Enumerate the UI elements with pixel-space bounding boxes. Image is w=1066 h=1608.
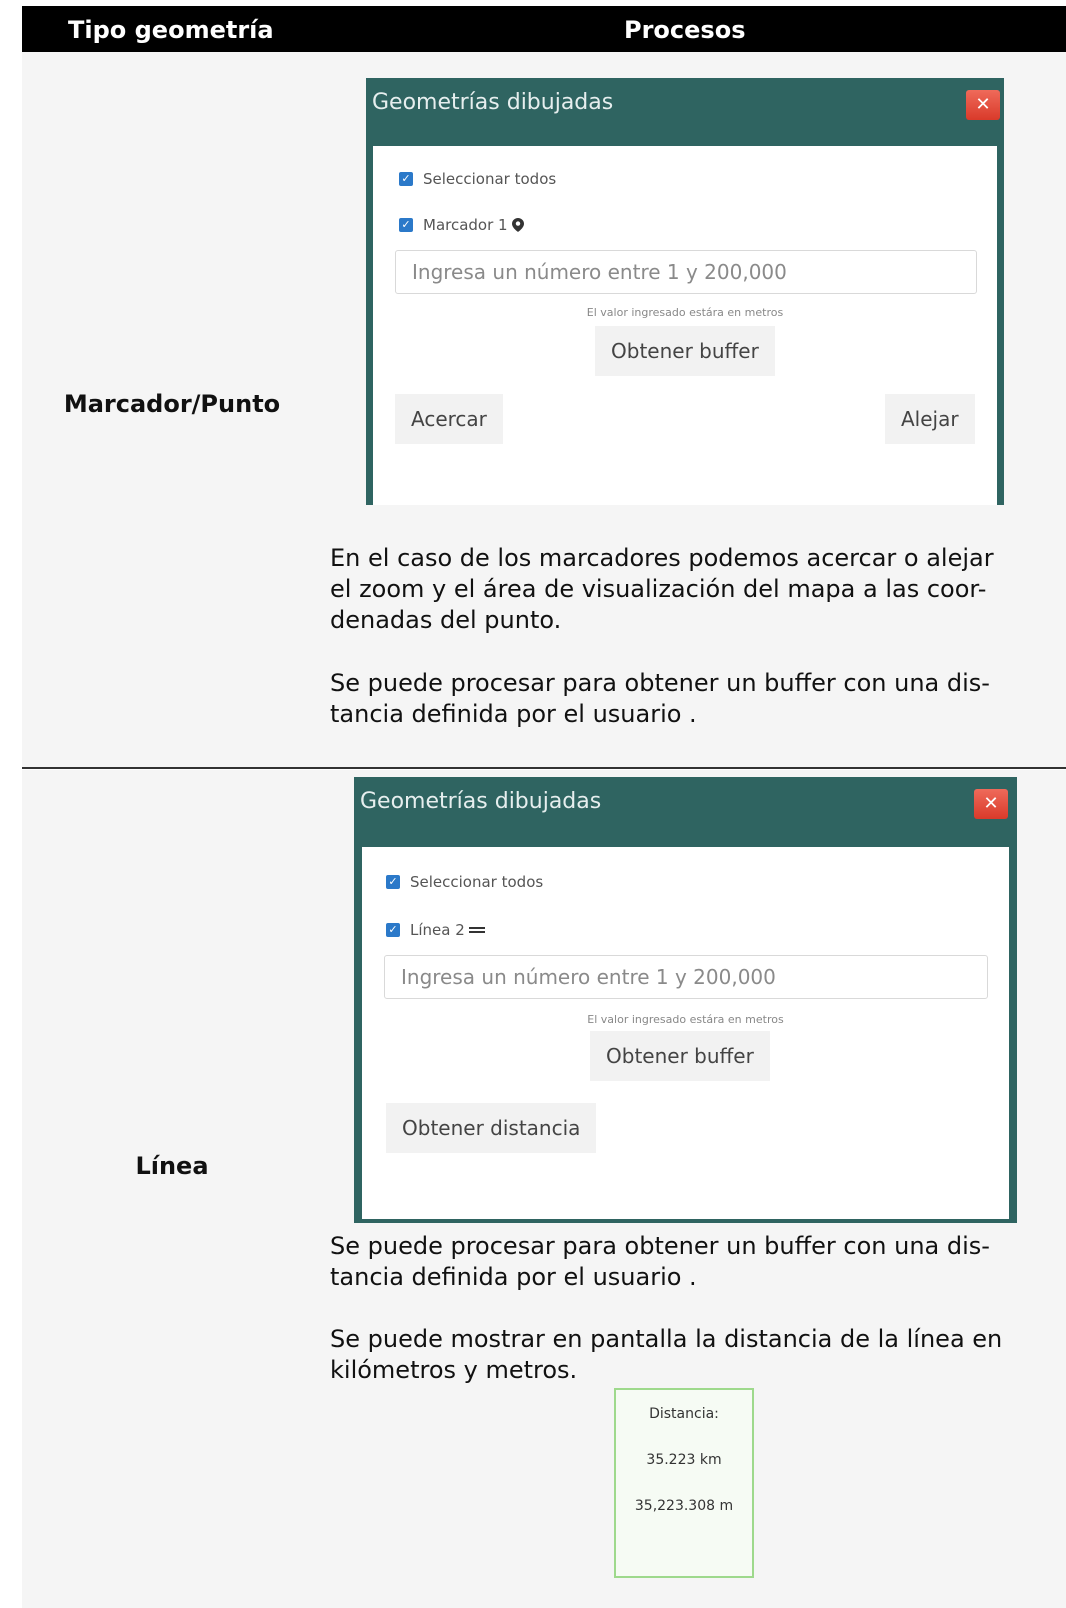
units-hint: El valor ingresado estára en metros <box>586 306 784 319</box>
table-header: Tipo geometría Procesos <box>22 6 1066 52</box>
geometries-panel-line: Geometrías dibujadas ✕ ✓ Seleccionar tod… <box>354 777 1017 1223</box>
close-button[interactable]: ✕ <box>974 789 1008 819</box>
get-buffer-button[interactable]: Obtener buffer <box>590 1031 770 1081</box>
select-all-checkbox[interactable]: ✓ Seleccionar todos <box>399 170 556 188</box>
zoom-out-button[interactable]: Alejar <box>885 394 975 444</box>
select-all-checkbox[interactable]: ✓ Seleccionar todos <box>386 873 543 891</box>
get-distance-button[interactable]: Obtener distancia <box>386 1103 597 1153</box>
select-all-label: Seleccionar todos <box>423 170 557 188</box>
item-label: Marcador 1 <box>423 216 508 234</box>
panel-title: Geometrías dibujadas <box>372 90 614 115</box>
item-checkbox[interactable]: ✓ Línea 2 <box>386 921 485 939</box>
zoom-in-button[interactable]: Acercar <box>395 394 503 444</box>
description-paragraph: Se puede procesar para obtener un buffer… <box>330 669 990 728</box>
select-all-label: Seleccionar todos <box>410 873 544 891</box>
checkbox-icon: ✓ <box>386 923 400 937</box>
header-procesos: Procesos <box>624 16 746 44</box>
panel-body: ✓ Seleccionar todos ✓ Marcador 1 Ingresa… <box>373 146 997 505</box>
description-paragraph: Se puede procesar para obtener un buffer… <box>330 1232 990 1291</box>
distance-m: 35,223.308 m <box>634 1498 734 1514</box>
header-tipo-geometria: Tipo geometría <box>68 16 274 44</box>
checkbox-icon: ✓ <box>386 875 400 889</box>
units-hint: El valor ingresado estára en metros <box>587 1013 784 1026</box>
checkbox-icon: ✓ <box>399 172 413 186</box>
geometry-type-marker: Marcador/Punto <box>63 390 281 418</box>
item-label: Línea 2 <box>410 921 465 939</box>
row-divider <box>22 767 1066 769</box>
buffer-distance-input[interactable]: Ingresa un número entre 1 y 200,000 <box>384 955 988 999</box>
distance-result-card: Distancia: 35.223 km 35,223.308 m <box>614 1388 754 1578</box>
line-icon <box>468 927 485 933</box>
buffer-distance-input[interactable]: Ingresa un número entre 1 y 200,000 <box>395 250 977 294</box>
close-button[interactable]: ✕ <box>966 90 1000 120</box>
distance-km: 35.223 km <box>646 1452 722 1468</box>
item-checkbox[interactable]: ✓ Marcador 1 <box>399 216 524 234</box>
panel-body: ✓ Seleccionar todos ✓ Línea 2 Ingresa un… <box>362 847 1009 1219</box>
get-buffer-button[interactable]: Obtener buffer <box>595 326 775 376</box>
marker-icon <box>511 218 524 232</box>
panel-title: Geometrías dibujadas <box>360 789 602 814</box>
checkbox-icon: ✓ <box>399 218 413 232</box>
description-paragraph: En el caso de los marcadores podemos ace… <box>330 544 994 634</box>
geometries-panel-marker: Geometrías dibujadas ✕ ✓ Seleccionar tod… <box>366 78 1004 505</box>
distance-label: Distancia: <box>649 1406 719 1422</box>
geometry-type-line: Línea <box>135 1152 209 1180</box>
description-paragraph: Se puede mostrar en pantalla la distanci… <box>330 1325 1003 1384</box>
